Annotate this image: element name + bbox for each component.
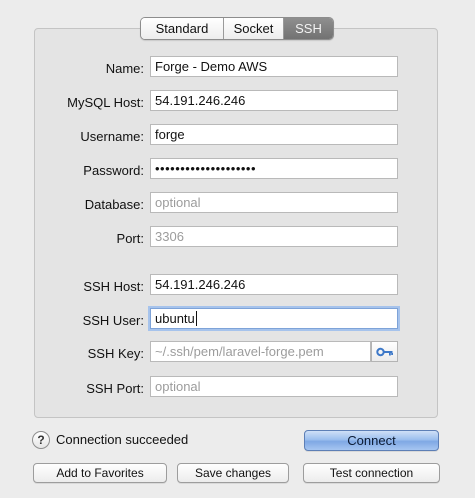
mysql-host-label: MySQL Host:: [67, 95, 144, 110]
choose-ssh-key-button[interactable]: [371, 341, 398, 362]
help-button[interactable]: ?: [32, 431, 50, 449]
mysql-host-field[interactable]: 54.191.246.246: [150, 90, 398, 111]
ssh-user-value: ubuntu: [155, 311, 195, 326]
ssh-key-field[interactable]: ~/.ssh/pem/laravel-forge.pem: [150, 341, 371, 362]
add-to-favorites-button[interactable]: Add to Favorites: [33, 463, 167, 483]
password-field[interactable]: ••••••••••••••••••••: [150, 158, 398, 179]
text-caret: [195, 311, 197, 326]
database-field[interactable]: optional: [150, 192, 398, 213]
password-label: Password:: [83, 163, 144, 178]
ssh-user-field[interactable]: ubuntu: [150, 308, 398, 329]
ssh-port-field[interactable]: optional: [150, 376, 398, 397]
ssh-host-field[interactable]: 54.191.246.246: [150, 274, 398, 295]
name-field[interactable]: Forge - Demo AWS: [150, 56, 398, 77]
connection-type-tabs: Standard Socket SSH: [140, 17, 334, 40]
save-changes-button[interactable]: Save changes: [177, 463, 289, 483]
database-label: Database:: [84, 197, 144, 212]
connection-status-text: Connection succeeded: [56, 432, 189, 447]
tab-socket[interactable]: Socket: [224, 18, 284, 39]
username-label: Username:: [80, 129, 144, 144]
ssh-host-label: SSH Host:: [83, 279, 144, 294]
port-label: Port:: [116, 231, 144, 246]
name-label: Name:: [105, 61, 144, 76]
connect-button[interactable]: Connect: [304, 430, 439, 451]
tab-ssh[interactable]: SSH: [284, 18, 333, 39]
test-connection-button[interactable]: Test connection: [303, 463, 440, 483]
port-field[interactable]: 3306: [150, 226, 398, 247]
username-field[interactable]: forge: [150, 124, 398, 145]
ssh-key-label: SSH Key:: [87, 346, 144, 361]
ssh-port-label: SSH Port:: [86, 381, 144, 396]
key-icon: [375, 347, 393, 356]
tab-standard[interactable]: Standard: [141, 18, 224, 39]
ssh-user-label: SSH User:: [82, 313, 144, 328]
